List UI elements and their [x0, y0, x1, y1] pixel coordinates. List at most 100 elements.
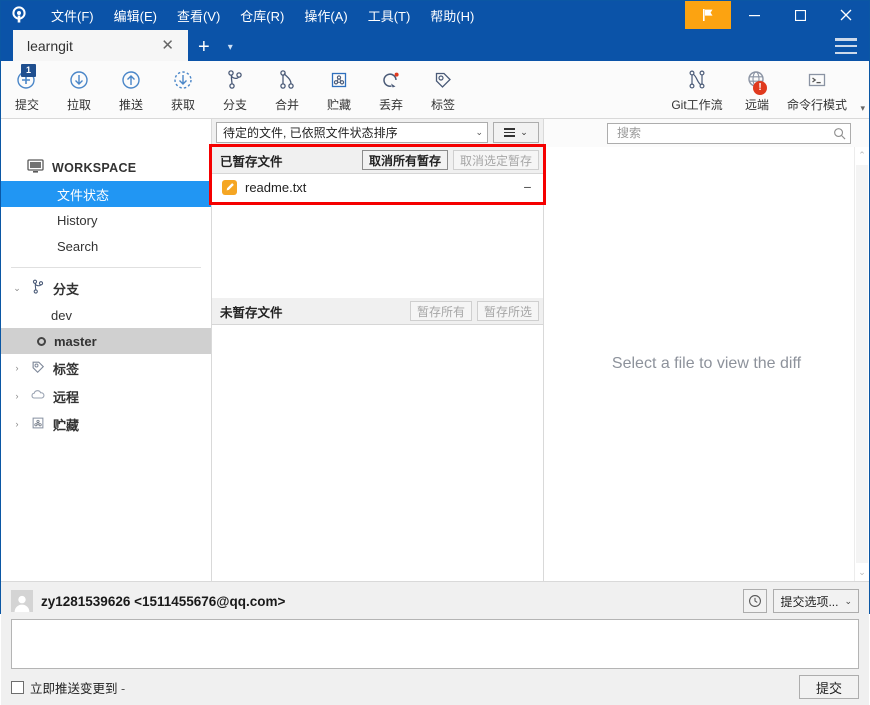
toolbar-branch[interactable]: 分支 [209, 64, 261, 113]
unstage-file-button[interactable]: − [520, 180, 535, 195]
unstage-all-button[interactable]: 取消所有暂存 [361, 150, 448, 170]
sidebar-group-tags[interactable]: › 标签 [1, 354, 211, 382]
toolbar-gitflow[interactable]: Git工作流 [663, 64, 731, 113]
commit-badge: 1 [21, 64, 36, 77]
toolbar-remote[interactable]: ! 远端 [731, 64, 783, 113]
hamburger-menu-icon[interactable] [835, 38, 857, 54]
diff-scrollbar[interactable]: ⌃ ⌄ [854, 147, 869, 581]
tab-learngit[interactable]: learngit ✕ [13, 30, 188, 61]
chevron-right-icon[interactable]: › [11, 363, 23, 373]
flag-button[interactable] [685, 1, 731, 29]
cloud-icon [29, 386, 47, 407]
search-input[interactable] [615, 125, 833, 141]
remote-error-badge: ! [753, 81, 767, 95]
commit-message-input[interactable] [11, 619, 859, 669]
scroll-up-icon[interactable]: ⌃ [858, 150, 866, 161]
sidebar-group-branches[interactable]: ⌄ 分支 [1, 274, 211, 302]
toolbar-remote-label: 远端 [744, 98, 769, 112]
scroll-down-icon[interactable]: ⌄ [858, 567, 866, 578]
toolbar-merge-label: 合并 [274, 98, 299, 112]
unstage-selected-button[interactable]: 取消选定暂存 [452, 150, 539, 170]
close-icon[interactable]: ✕ [155, 38, 180, 53]
menu-bar: 文件(F) 编辑(E) 查看(V) 仓库(R) 操作(A) 工具(T) 帮助(H… [41, 2, 484, 29]
menu-actions[interactable]: 操作(A) [294, 2, 357, 29]
menu-file[interactable]: 文件(F) [41, 2, 104, 29]
close-button[interactable] [823, 1, 869, 29]
toolbar-stash[interactable]: 贮藏 [313, 64, 365, 113]
menu-help[interactable]: 帮助(H) [420, 2, 484, 29]
chevron-right-icon[interactable]: › [11, 391, 23, 401]
toolbar-fetch-label: 获取 [170, 98, 195, 112]
sidebar-item-search[interactable]: Search [1, 233, 211, 259]
unstaged-file-list[interactable] [212, 325, 543, 581]
toolbar-merge[interactable]: 合并 [261, 64, 313, 113]
sidebar-group-remotes[interactable]: › 远程 [1, 382, 211, 410]
commit-history-button[interactable] [743, 589, 768, 613]
branch-icon [29, 278, 47, 299]
branch-icon [223, 67, 247, 93]
toolbar-commit-label: 提交 [14, 98, 39, 112]
table-row[interactable]: readme.txt − [212, 174, 543, 200]
maximize-button[interactable] [777, 1, 823, 29]
push-immediately-checkbox[interactable] [11, 680, 24, 694]
tag-icon [29, 358, 47, 379]
chevron-down-icon: ⌄ [520, 127, 528, 137]
sidebar-item-history[interactable]: History [1, 207, 211, 233]
commit-options-button[interactable]: 提交选项... ⌄ [773, 589, 859, 613]
toolbar-tag[interactable]: 标签 [417, 64, 469, 113]
gitflow-icon [685, 67, 709, 93]
unstaged-section-header: 未暂存文件 暂存所有 暂存所选 [212, 298, 543, 325]
commit-button[interactable]: 提交 [799, 675, 859, 699]
diff-empty-message: Select a file to view the diff [611, 355, 802, 372]
toolbar-fetch[interactable]: 获取 [157, 64, 209, 113]
branch-name: dev [51, 307, 72, 323]
toolbar-push-label: 推送 [118, 98, 143, 112]
toolbar-terminal[interactable]: 命令行模式 [783, 64, 851, 113]
chevron-down-icon: ⌄ [844, 595, 852, 606]
push-target: - [121, 681, 126, 696]
sidebar-group-label: 分支 [53, 281, 80, 297]
list-view-mode-button[interactable]: ⌄ [493, 122, 539, 143]
menu-edit[interactable]: 编辑(E) [104, 2, 167, 29]
toolbar-pull-label: 拉取 [66, 98, 91, 112]
toolbar-overflow-icon[interactable]: ▾ [860, 103, 865, 114]
sidebar-branch-dev[interactable]: dev [1, 302, 211, 328]
main-body: WORKSPACE 文件状态 History Search ⌄ 分支 dev m… [1, 147, 869, 581]
sidebar-branch-master[interactable]: master [1, 328, 211, 354]
app-logo-icon [1, 1, 37, 29]
scrollbar-track[interactable] [856, 165, 868, 563]
new-tab-button[interactable]: + [188, 37, 220, 57]
branch-name: master [54, 333, 97, 349]
menu-repository[interactable]: 仓库(R) [230, 2, 294, 29]
modified-pencil-icon [222, 179, 237, 195]
filter-and-search-row: 待定的文件, 已依照文件状态排序 ⌄ ⌄ [1, 119, 869, 147]
sidebar-workspace-root[interactable]: WORKSPACE [1, 155, 211, 181]
stage-all-button[interactable]: 暂存所有 [409, 301, 472, 321]
staged-file-list[interactable]: readme.txt − [212, 174, 543, 298]
commit-panel: zy1281539626 <1511455676@qq.com> 提交选项...… [1, 581, 869, 705]
chevron-down-icon[interactable]: ▾ [220, 42, 241, 53]
sidebar-group-label: 远程 [53, 389, 80, 405]
sidebar-group-label: 贮藏 [53, 417, 80, 433]
toolbar-discard-label: 丢弃 [378, 98, 403, 112]
minimize-button[interactable] [731, 1, 777, 29]
sidebar-item-file-status[interactable]: 文件状态 [1, 181, 211, 207]
toolbar-push[interactable]: 推送 [105, 64, 157, 113]
toolbar-tag-label: 标签 [430, 98, 455, 112]
stage-selected-button[interactable]: 暂存所选 [476, 301, 539, 321]
toolbar-discard[interactable]: 丢弃 [365, 64, 417, 113]
file-sort-select[interactable]: 待定的文件, 已依照文件状态排序 ⌄ [216, 122, 488, 143]
toolbar-commit[interactable]: 1 提交 [1, 64, 53, 113]
sidebar-group-stashes[interactable]: › 贮藏 [1, 410, 211, 438]
menu-tools[interactable]: 工具(T) [358, 2, 421, 29]
merge-icon [275, 67, 299, 93]
chevron-down-icon[interactable]: ⌄ [11, 283, 23, 294]
search-box[interactable] [607, 122, 851, 144]
staged-section-header: 已暂存文件 取消所有暂存 取消选定暂存 [212, 147, 543, 174]
person-avatar-icon[interactable] [11, 590, 33, 612]
chevron-right-icon[interactable]: › [11, 419, 23, 429]
menu-view[interactable]: 查看(V) [167, 2, 230, 29]
toolbar-pull[interactable]: 拉取 [53, 64, 105, 113]
staged-title: 已暂存文件 [220, 154, 283, 169]
push-immediately-label: 立即推送变更到 - [30, 678, 125, 697]
